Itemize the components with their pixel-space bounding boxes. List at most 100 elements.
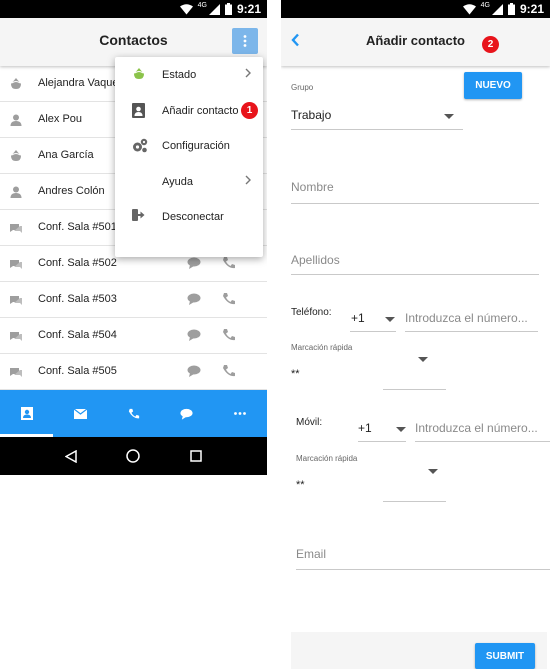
bottom-tab-bar	[0, 390, 267, 437]
contact-name: Andres Colón	[38, 185, 105, 197]
menu-item-help[interactable]: Ayuda	[115, 164, 263, 200]
contact-name: Alejandra Vaque	[38, 77, 119, 89]
speed-dial-label: Marcación rápida	[291, 343, 353, 352]
new-group-button[interactable]: NUEVO	[464, 72, 522, 99]
call-icon[interactable]	[222, 256, 236, 270]
email-placeholder: Email	[296, 547, 327, 561]
phone-number-input[interactable]: Introduzca el número...	[405, 308, 538, 332]
mobile-country-select[interactable]: +1	[358, 418, 406, 442]
home-nav-icon[interactable]	[126, 449, 141, 463]
tab-phone[interactable]	[107, 390, 160, 437]
contacts-screen: 4G 9:21 Contactos Alejandra Vaque Alex P…	[0, 0, 267, 475]
network-type: 4G	[480, 2, 490, 9]
message-icon[interactable]	[187, 365, 201, 377]
chevron-right-icon	[245, 68, 251, 78]
message-icon[interactable]	[187, 329, 201, 341]
signal-icon	[491, 3, 503, 15]
menu-item-label: Ayuda	[162, 175, 193, 188]
contact-name: Ana García	[38, 149, 94, 161]
page-title: Contactos	[99, 32, 168, 48]
tab-more[interactable]	[214, 390, 267, 437]
message-icon[interactable]	[187, 293, 201, 305]
speed-dial-select[interactable]	[383, 462, 446, 502]
call-icon[interactable]	[222, 292, 236, 306]
menu-item-add-contact[interactable]: Añadir contacto 1	[115, 93, 263, 129]
status-icon	[11, 150, 21, 161]
recents-nav-icon[interactable]	[190, 450, 202, 462]
phone-code: +1	[351, 311, 365, 325]
chevron-down-icon	[444, 114, 454, 119]
add-contact-icon	[132, 102, 145, 118]
menu-item-settings[interactable]: Configuración	[115, 128, 263, 164]
contact-name: Conf. Sala #501	[38, 221, 117, 233]
chat-icon	[180, 408, 193, 420]
person-icon	[10, 114, 22, 126]
status-bar: 4G 9:21	[0, 0, 267, 18]
speed-dial-select[interactable]	[383, 350, 446, 390]
menu-item-estado[interactable]: Estado	[115, 57, 263, 93]
overflow-menu: Estado Añadir contacto 1 Configuración A…	[115, 57, 263, 257]
more-icon	[234, 412, 247, 415]
speed-dial-label: Marcación rápida	[296, 454, 358, 463]
name-field[interactable]: Nombre	[291, 176, 539, 204]
speed-dial-value: **	[296, 479, 305, 491]
status-bar: 4G 9:21	[281, 0, 550, 18]
chevron-down-icon	[428, 469, 438, 474]
overflow-menu-button[interactable]	[232, 28, 258, 54]
group-value: Trabajo	[291, 108, 332, 122]
network-type: 4G	[197, 2, 207, 9]
battery-icon	[224, 3, 232, 15]
contact-name: Conf. Sala #505	[38, 365, 117, 377]
status-dot-icon	[134, 68, 144, 79]
group-select[interactable]: Trabajo	[291, 104, 463, 130]
name-placeholder: Nombre	[291, 180, 334, 194]
page-title: Añadir contacto	[366, 33, 465, 48]
email-field[interactable]: Email	[296, 543, 550, 571]
contact-row[interactable]: Conf. Sala #505	[0, 354, 267, 390]
mobile-label: Móvil:	[296, 417, 323, 428]
tab-mail[interactable]	[53, 390, 106, 437]
clock: 9:21	[236, 2, 261, 16]
menu-item-label: Estado	[162, 69, 197, 81]
chat-icon	[10, 260, 22, 269]
clock: 9:21	[519, 2, 544, 16]
group-label: Grupo	[291, 83, 314, 92]
contact-name: Conf. Sala #504	[38, 329, 117, 341]
system-nav-bar	[0, 437, 267, 475]
chat-icon	[10, 332, 22, 341]
chevron-right-icon	[245, 175, 251, 184]
menu-item-logout[interactable]: Desconectar	[115, 199, 263, 235]
logout-icon	[132, 209, 145, 221]
menu-item-label: Configuración	[162, 140, 230, 152]
phone-country-select[interactable]: +1	[350, 308, 396, 332]
menu-item-label: Añadir contacto	[162, 104, 239, 117]
contact-row[interactable]: Conf. Sala #504	[0, 318, 267, 354]
mail-icon	[73, 408, 87, 419]
step-badge: 2	[482, 36, 499, 53]
step-badge: 1	[241, 101, 258, 119]
call-icon[interactable]	[222, 328, 236, 342]
phone-icon	[128, 408, 139, 418]
more-vertical-icon	[243, 35, 247, 47]
back-nav-icon[interactable]	[64, 449, 77, 463]
chevron-down-icon	[396, 427, 406, 432]
contact-name: Conf. Sala #502	[38, 257, 117, 269]
mobile-placeholder: Introduzca el número...	[415, 421, 538, 435]
contact-row[interactable]: Conf. Sala #503	[0, 282, 267, 318]
mobile-number-input[interactable]: Introduzca el número...	[415, 418, 550, 442]
chevron-down-icon	[385, 317, 395, 322]
battery-icon	[507, 3, 515, 15]
add-contact-screen: 4G 9:21 Añadir contacto 2 Grupo Trabajo …	[281, 0, 550, 669]
tab-contacts[interactable]	[0, 390, 54, 437]
tab-chat[interactable]	[160, 390, 213, 437]
menu-item-label: Desconectar	[162, 211, 224, 223]
status-icon	[11, 78, 21, 89]
speed-dial-value: **	[291, 368, 300, 380]
phone-label: Teléfono:	[291, 307, 332, 318]
submit-button[interactable]: SUBMIT	[475, 643, 535, 669]
surname-field[interactable]: Apellidos	[291, 249, 539, 277]
chevron-down-icon	[418, 357, 428, 362]
message-icon[interactable]	[187, 257, 201, 269]
contact-name: Alex Pou	[38, 113, 83, 125]
call-icon[interactable]	[222, 364, 236, 378]
